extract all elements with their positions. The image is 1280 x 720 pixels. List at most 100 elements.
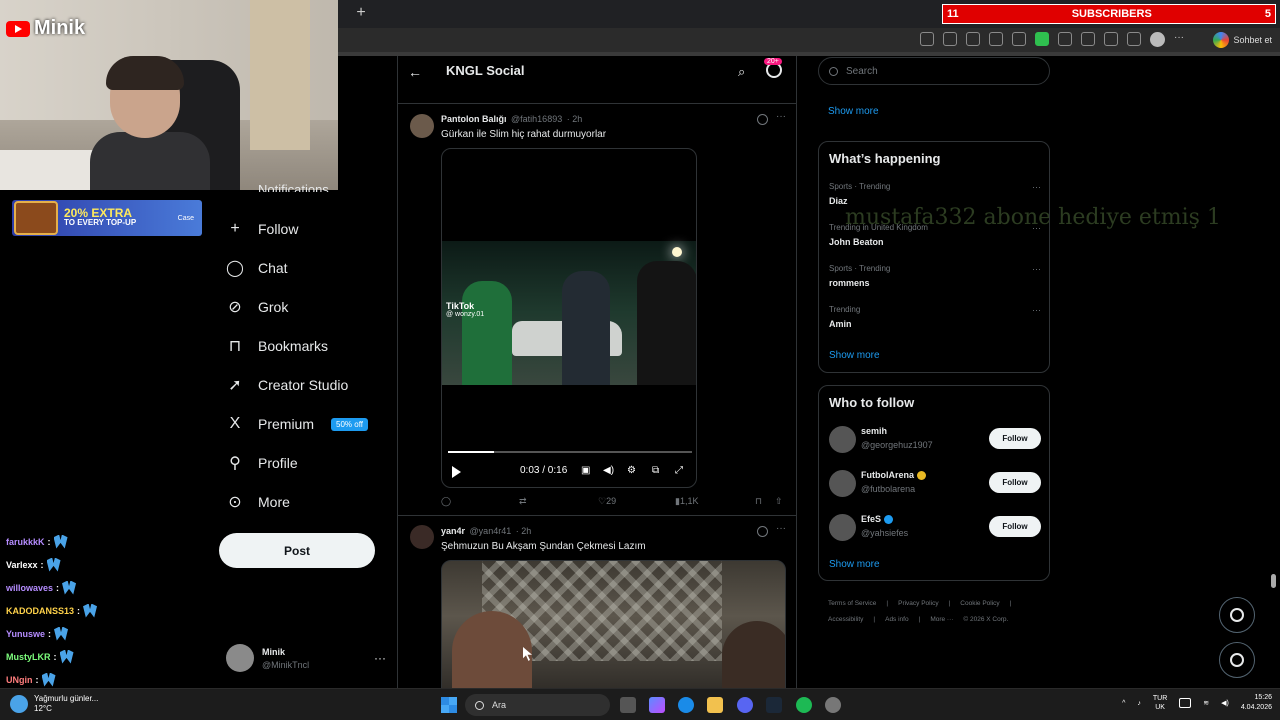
messages-fab[interactable] [1219, 642, 1255, 678]
bookmark-icon[interactable]: ⊓ [755, 496, 762, 507]
copilot-taskbar-icon[interactable] [649, 697, 665, 713]
follow-button[interactable]: Follow [989, 428, 1041, 449]
share-icon[interactable]: ⇧ [775, 496, 783, 507]
suggested-account[interactable]: EfeS @yahsiefes Follow [829, 512, 1041, 542]
task-view-icon[interactable] [620, 697, 636, 713]
favorite-star-icon[interactable] [989, 32, 1003, 46]
tweet-handle[interactable]: @yan4r41 [470, 526, 512, 536]
tweet-more-icon[interactable]: ··· [776, 523, 786, 534]
back-arrow-icon[interactable]: ← [408, 64, 422, 80]
profile-avatar[interactable] [1150, 32, 1165, 47]
nav-item-notifications-partial[interactable]: Notifications [258, 182, 329, 192]
captions-icon[interactable]: ▣ [581, 465, 590, 476]
input-language[interactable]: TUR UK [1153, 694, 1167, 712]
refresh-extension-icon[interactable] [1058, 32, 1072, 46]
trend-item[interactable]: Sports · Trending rommens ··· [829, 264, 1041, 288]
nav-item-more[interactable]: ⊙ More [225, 490, 290, 514]
apps-icon[interactable] [920, 32, 934, 46]
trend-more-icon[interactable]: ··· [1032, 182, 1041, 192]
views-button[interactable]: ▮ 1,1K [675, 496, 698, 507]
footer-link[interactable]: Cookie Policy [960, 600, 999, 607]
suggested-avatar[interactable] [829, 514, 856, 541]
obs-icon[interactable] [825, 697, 841, 713]
footer-link[interactable]: More ··· [930, 616, 953, 623]
trend-item[interactable]: Trending Amin ··· [829, 305, 1041, 329]
tweet-video[interactable]: TikTok @ wonzy.01 0:03 / 0:16 ▣ ◀) ⚙ ⧉ ⤢ [441, 148, 697, 488]
suggested-account[interactable]: semih @georgehuz1907 Follow [829, 424, 1041, 454]
copilot-chat-button[interactable]: Sohbet et [1213, 32, 1272, 48]
windows-start-icon[interactable] [441, 697, 457, 713]
video-settings-icon[interactable]: ⚙ [627, 465, 636, 476]
suggested-avatar[interactable] [829, 470, 856, 497]
follow-button[interactable]: Follow [989, 516, 1041, 537]
suggested-avatar[interactable] [829, 426, 856, 453]
scrollbar-thumb[interactable] [1271, 574, 1276, 588]
nav-item-grok[interactable]: ⊘ Grok [225, 295, 288, 319]
chat-username[interactable]: Yunuswe [6, 629, 45, 639]
footer-link[interactable]: Privacy Policy [898, 600, 938, 607]
file-explorer-icon[interactable] [707, 697, 723, 713]
green-extension-icon[interactable] [1035, 32, 1049, 46]
tweet-avatar[interactable] [410, 525, 434, 549]
tweet-image[interactable] [441, 560, 786, 688]
volume-icon[interactable]: ◀) [603, 465, 614, 476]
wifi-icon[interactable]: ≋ [1203, 699, 1209, 707]
suggested-name[interactable]: EfeS [861, 514, 881, 524]
trend-item[interactable]: Trending in United Kingdom John Beaton ··· [829, 223, 1041, 247]
chat-username[interactable]: farukkkK [6, 537, 45, 547]
volume-icon[interactable]: ◀) [1221, 699, 1229, 707]
page-scrollbar[interactable] [1270, 56, 1278, 686]
grok-fab[interactable] [1219, 597, 1255, 633]
grok-icon[interactable] [757, 526, 768, 537]
trend-more-icon[interactable]: ··· [1032, 264, 1041, 274]
nav-item-follow[interactable]: + Follow [225, 217, 298, 241]
new-tab-button[interactable]: + [352, 4, 370, 22]
follow-button[interactable]: Follow [989, 472, 1041, 493]
translate-icon[interactable] [943, 32, 957, 46]
tweet-author[interactable]: Pantolon Balığı [441, 114, 507, 124]
repost-icon[interactable]: ⇄ [519, 496, 527, 507]
suggested-name[interactable]: semih [861, 426, 887, 436]
clock[interactable]: 15:26 4.04.2026 [1241, 693, 1272, 713]
show-more-link[interactable]: Show more [829, 559, 880, 570]
tweet-avatar[interactable] [410, 114, 434, 138]
edge-browser-icon[interactable] [678, 697, 694, 713]
video-progress-bar[interactable] [448, 451, 692, 453]
fullscreen-icon[interactable]: ⤢ [675, 465, 683, 476]
weather-widget[interactable]: Yağmurlu günler... 12°C [10, 694, 98, 714]
more-menu-icon[interactable]: ··· [1174, 32, 1184, 47]
chat-username[interactable]: Varlexx [6, 560, 38, 570]
twitch-extension-icon[interactable] [1012, 32, 1026, 46]
discord-icon[interactable] [737, 697, 753, 713]
grok-icon[interactable] [757, 114, 768, 125]
nav-item-bookmarks[interactable]: ⊓ Bookmarks [225, 334, 328, 358]
like-button[interactable]: ♡ 29 [598, 496, 616, 507]
nav-item-creator-studio[interactable]: ➚ Creator Studio [225, 373, 348, 397]
nav-item-profile[interactable]: ⚲ Profile [225, 451, 298, 475]
suggested-name[interactable]: FutbolArena [861, 470, 914, 480]
show-more-link[interactable]: Show more [828, 106, 879, 117]
tweet-author[interactable]: yan4r [441, 526, 465, 536]
mic-icon[interactable]: ♪ [1137, 700, 1141, 707]
tweet-more-icon[interactable]: ··· [776, 111, 786, 122]
chat-username[interactable]: MustyLKR [6, 652, 51, 662]
post-button[interactable]: Post [219, 533, 375, 568]
nav-item-chat[interactable]: ◯ Chat [225, 256, 288, 280]
spotify-icon[interactable] [796, 697, 812, 713]
trend-more-icon[interactable]: ··· [1032, 305, 1041, 315]
show-more-link[interactable]: Show more [829, 350, 880, 361]
search-icon[interactable]: ⌕ [738, 64, 745, 80]
extensions-icon[interactable] [1081, 32, 1095, 46]
steam-icon[interactable] [766, 697, 782, 713]
suggested-account[interactable]: FutbolArena @futbolarena Follow [829, 468, 1041, 498]
footer-link[interactable]: Terms of Service [828, 600, 876, 607]
chat-username[interactable]: willowaves [6, 583, 53, 593]
footer-link[interactable]: Accessibility [828, 616, 863, 623]
popout-icon[interactable]: ⧉ [652, 465, 659, 476]
account-switcher[interactable]: Minik @MinikTncl ··· [226, 642, 386, 674]
footer-link[interactable]: Ads info [885, 616, 909, 623]
trend-item[interactable]: Sports · Trending Diaz ··· [829, 182, 1041, 206]
account-menu-icon[interactable]: ··· [374, 651, 386, 665]
reply-icon[interactable]: ◯ [441, 496, 451, 507]
chat-username[interactable]: KADODANSS13 [6, 606, 74, 616]
